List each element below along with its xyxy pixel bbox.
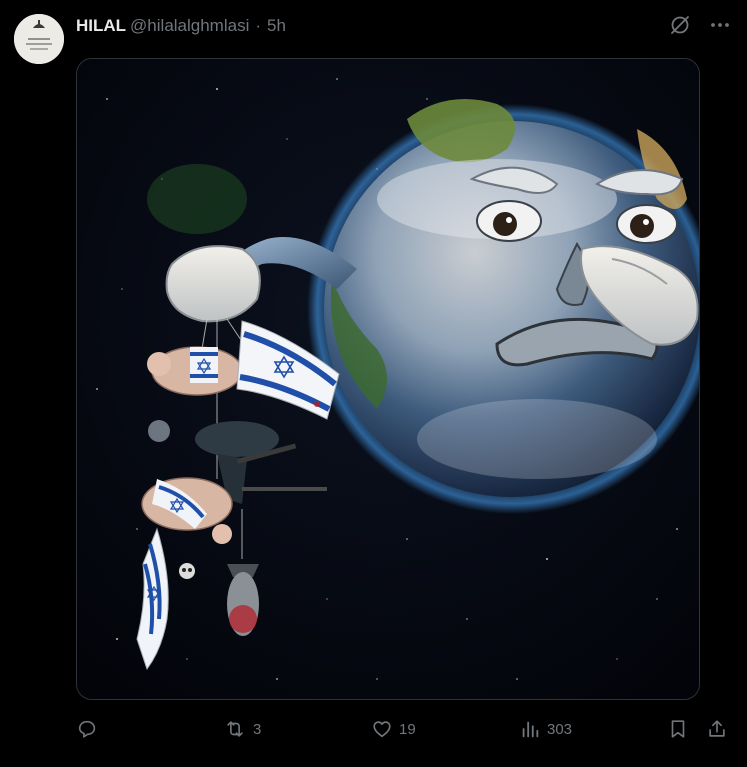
more-icon[interactable]: [707, 12, 733, 38]
analytics-icon: [522, 721, 539, 738]
tweet-top-actions: [667, 12, 733, 38]
like-button[interactable]: 19: [371, 712, 416, 746]
bookmark-button[interactable]: [667, 712, 689, 746]
like-count: 19: [399, 720, 416, 738]
tweet-action-bar: 3 19 303: [76, 712, 731, 746]
heart-icon: [373, 721, 391, 738]
reply-icon: [78, 720, 96, 738]
user-handle[interactable]: @hilalalghmlasi: [130, 16, 249, 36]
share-button[interactable]: [706, 712, 728, 746]
timestamp[interactable]: 5h: [267, 16, 286, 36]
views-button[interactable]: 303: [519, 712, 572, 746]
retweet-icon: [227, 721, 243, 737]
retweet-count: 3: [253, 720, 262, 738]
tweet-media-image[interactable]: [76, 58, 700, 700]
tweet-header: HILAL @hilalalghmlasi · 5h: [76, 14, 286, 38]
grok-icon[interactable]: [667, 12, 693, 38]
reply-button[interactable]: [76, 712, 104, 746]
share-icon: [709, 720, 725, 737]
tweet-card[interactable]: HILAL @hilalalghmlasi · 5h 3 19 303: [0, 0, 747, 767]
bookmark-icon: [671, 720, 685, 738]
retweet-button[interactable]: 3: [223, 712, 261, 746]
separator-dot: ·: [255, 16, 262, 35]
views-count: 303: [547, 720, 573, 738]
space-earth-illustration: [77, 59, 699, 699]
avatar-image: [14, 14, 64, 64]
avatar[interactable]: [14, 14, 64, 64]
display-name[interactable]: HILAL: [76, 16, 126, 36]
